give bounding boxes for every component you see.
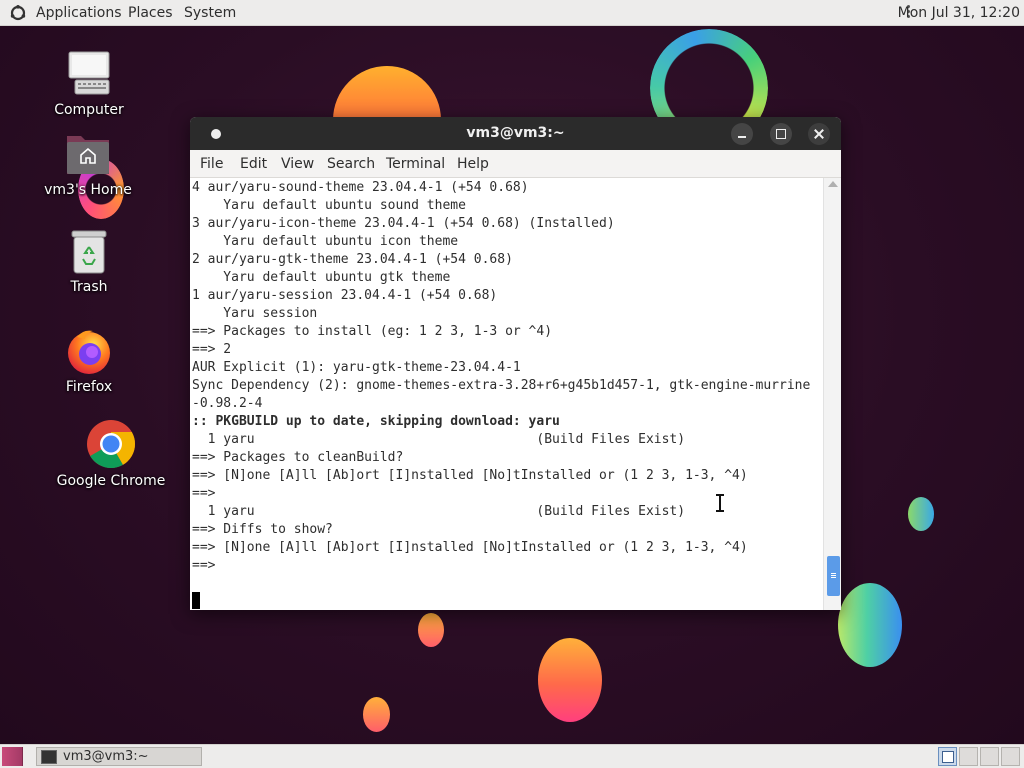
mouse-ibeam-icon — [716, 494, 724, 512]
desktop-icon-trash[interactable]: Trash — [34, 229, 144, 295]
terminal-line: :: PKGBUILD up to date, skipping downloa… — [192, 414, 560, 429]
desktop-icon-computer[interactable]: Computer — [34, 50, 144, 118]
desktop-icon-label: Computer — [54, 102, 124, 118]
workspace-3[interactable] — [980, 747, 999, 766]
applications-menu[interactable]: Applications — [36, 0, 122, 26]
desktop-icon-firefox[interactable]: Firefox — [34, 327, 144, 395]
terminal-line: ==> 2 — [192, 342, 232, 357]
terminal-line: Yaru default ubuntu gtk theme — [192, 270, 451, 285]
terminal-line: ==> Diffs to show? — [192, 522, 333, 537]
system-logo-icon[interactable] — [10, 5, 26, 21]
menu-file[interactable]: File — [200, 150, 223, 178]
minimize-icon — [738, 136, 746, 138]
terminal-line: ==> [N]one [A]ll [Ab]ort [I]nstalled [No… — [192, 540, 748, 555]
top-panel: Applications Places System Mon Jul 31, 1… — [0, 0, 1024, 26]
terminal-line: -0.98.2-4 — [192, 396, 263, 411]
terminal-line: 2 aur/yaru-gtk-theme 23.04.4-1 (+54 0.68… — [192, 252, 513, 267]
firefox-icon — [65, 327, 113, 375]
wallpaper-small-green-ball — [908, 497, 934, 531]
computer-icon — [65, 50, 113, 98]
terminal-output[interactable]: 4 aur/yaru-sound-theme 23.04.4-1 (+54 0.… — [190, 178, 823, 610]
terminal-line: ==> Packages to cleanBuild? — [192, 450, 404, 465]
maximize-button[interactable] — [770, 123, 792, 145]
wallpaper-large-orange-ball — [538, 638, 602, 722]
terminal-line: 1 yaru (Build Files Exist) — [192, 432, 686, 447]
desktop-icon-label: Google Chrome — [56, 473, 166, 489]
close-button[interactable] — [808, 123, 830, 145]
terminal-line: Yaru default ubuntu icon theme — [192, 234, 459, 249]
workspace-2[interactable] — [959, 747, 978, 766]
menu-edit[interactable]: Edit — [240, 150, 267, 178]
terminal-window[interactable]: vm3@vm3:~ File Edit View Search Terminal… — [190, 117, 841, 610]
bottom-panel: vm3@vm3:~ — [0, 744, 1024, 768]
menu-help[interactable]: Help — [457, 150, 489, 178]
wallpaper-green-ball — [838, 583, 902, 667]
scroll-up-icon[interactable] — [828, 181, 838, 187]
desktop-icon-home[interactable]: vm3's Home — [33, 130, 143, 198]
terminal-line: ==> — [192, 486, 216, 501]
system-menu[interactable]: System — [184, 0, 236, 26]
show-desktop-button[interactable] — [2, 747, 23, 766]
workspace-4[interactable] — [1001, 747, 1020, 766]
window-titlebar[interactable]: vm3@vm3:~ — [190, 117, 841, 150]
terminal-line: 4 aur/yaru-sound-theme 23.04.4-1 (+54 0.… — [192, 180, 529, 195]
terminal-line: 1 aur/yaru-session 23.04.4-1 (+54 0.68) — [192, 288, 498, 303]
maximize-icon — [776, 129, 786, 139]
terminal-line: Yaru session — [192, 306, 318, 321]
terminal-line: 1 yaru (Build Files Exist) — [192, 504, 686, 519]
places-menu[interactable]: Places — [128, 0, 173, 26]
terminal-scrollbar[interactable] — [823, 178, 841, 610]
desktop-icon-label: vm3's Home — [44, 182, 132, 198]
minimize-button[interactable] — [731, 123, 753, 145]
terminal-line: ==> — [192, 558, 216, 573]
wallpaper-tiny-orange-ball — [363, 697, 390, 732]
text-cursor — [192, 592, 200, 609]
terminal-menubar: File Edit View Search Terminal Help — [190, 150, 841, 178]
terminal-icon — [41, 750, 57, 764]
desktop-icon-label: Trash — [70, 279, 108, 295]
terminal-line: AUR Explicit (1): yaru-gtk-theme-23.04.4… — [192, 360, 521, 375]
terminal-line: ==> Packages to install (eg: 1 2 3, 1-3 … — [192, 324, 553, 339]
chrome-icon — [86, 419, 136, 469]
scrollbar-thumb[interactable] — [827, 556, 840, 596]
wallpaper-small-orange-ball — [418, 613, 444, 647]
home-folder-icon — [64, 130, 112, 178]
terminal-line: ==> [N]one [A]ll [Ab]ort [I]nstalled [No… — [192, 468, 748, 483]
terminal-line: 3 aur/yaru-icon-theme 23.04.4-1 (+54 0.6… — [192, 216, 615, 231]
taskbar-item-terminal[interactable]: vm3@vm3:~ — [36, 747, 202, 766]
clock[interactable]: Mon Jul 31, 12:20 — [898, 0, 1020, 26]
menu-search[interactable]: Search — [327, 150, 375, 178]
terminal-line: Yaru default ubuntu sound theme — [192, 198, 466, 213]
menu-view[interactable]: View — [281, 150, 314, 178]
menu-terminal[interactable]: Terminal — [386, 150, 445, 178]
workspace-1[interactable] — [938, 747, 957, 766]
desktop-icon-label: Firefox — [65, 379, 113, 395]
terminal-line: Sync Dependency (2): gnome-themes-extra-… — [192, 378, 811, 393]
desktop-icon-chrome[interactable]: Google Chrome — [56, 419, 166, 489]
taskbar-item-label: vm3@vm3:~ — [63, 749, 149, 764]
trash-icon — [69, 229, 109, 275]
